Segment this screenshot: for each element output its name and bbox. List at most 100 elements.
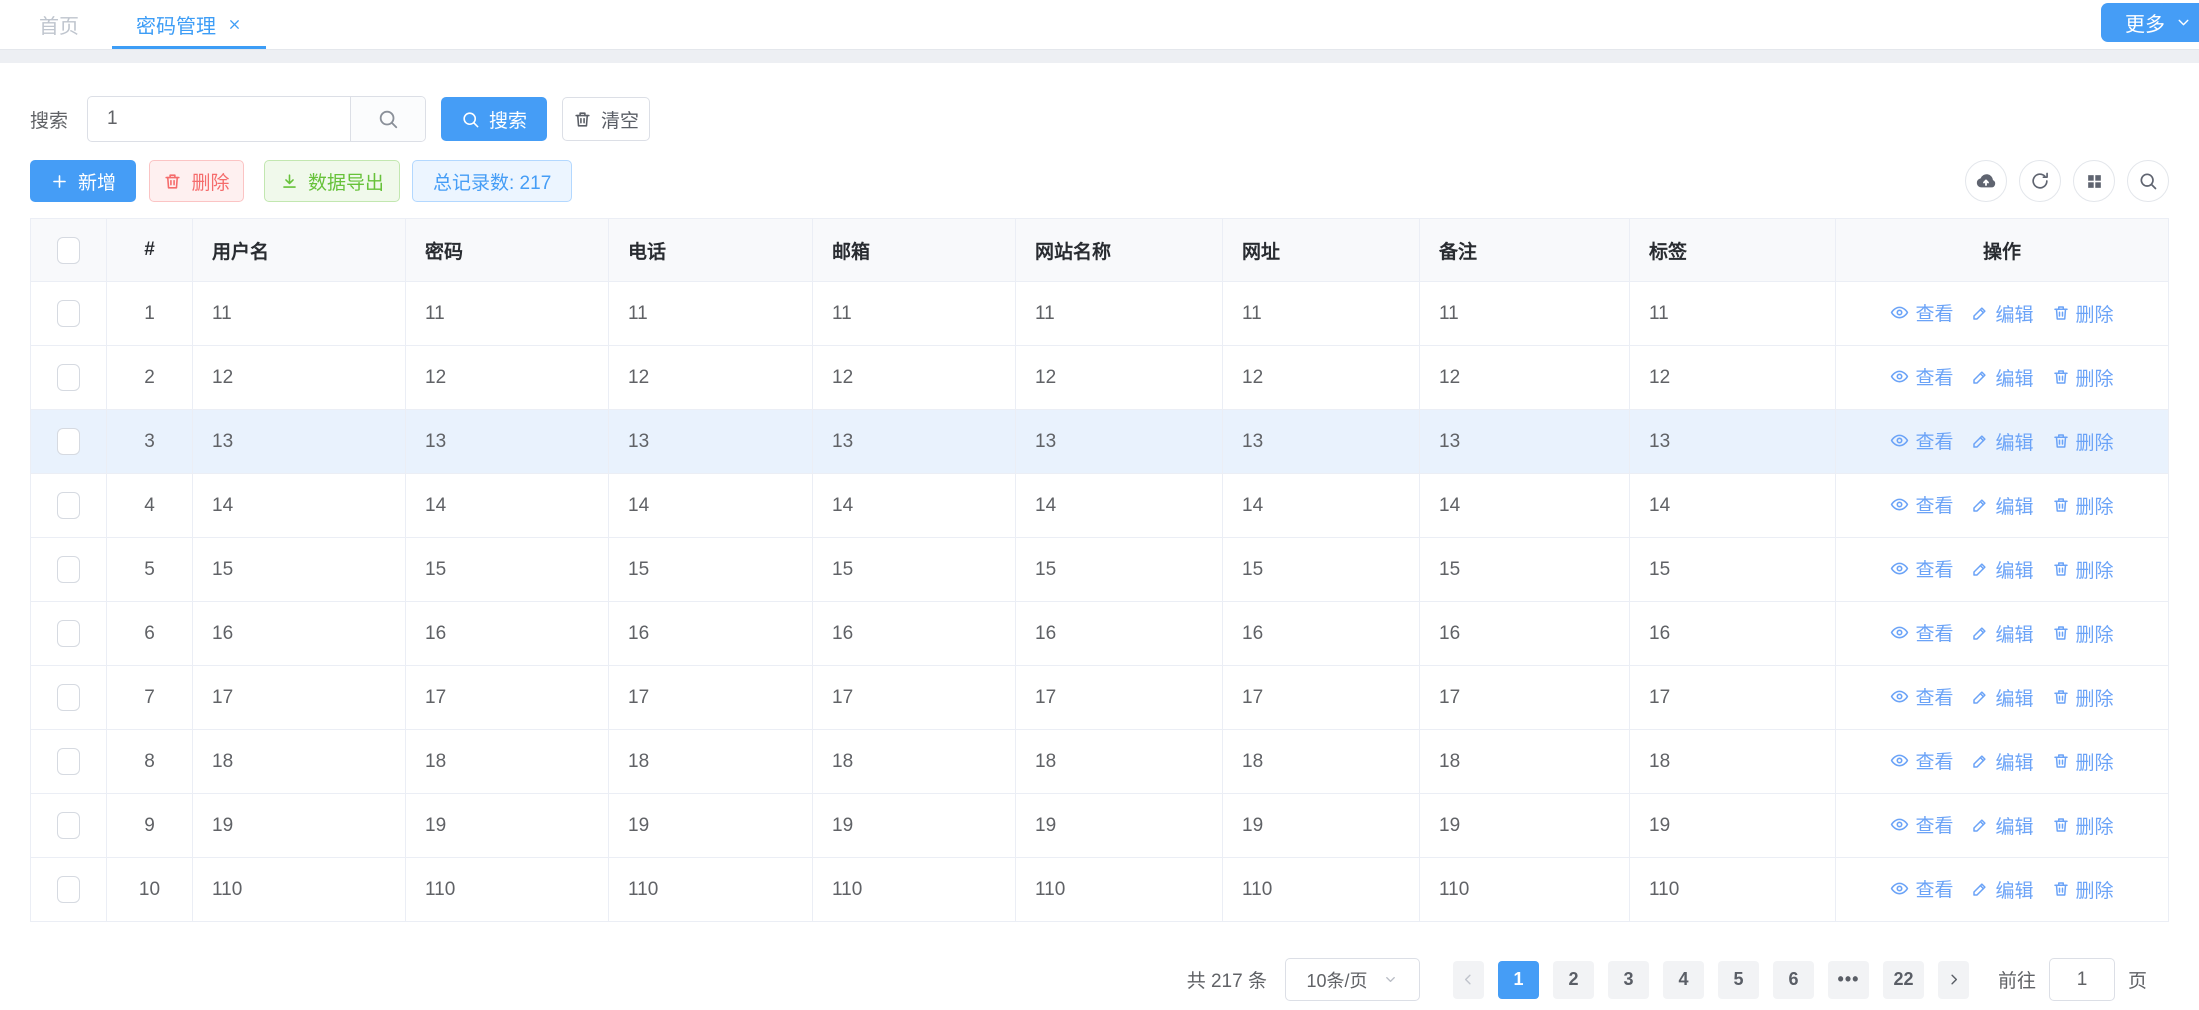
search-input[interactable] [88, 97, 350, 141]
tab-close-icon[interactable] [227, 17, 242, 32]
trash-icon [163, 172, 182, 191]
delete-link[interactable]: 删除 [2052, 684, 2114, 711]
eye-icon [1890, 559, 1909, 578]
row-checkbox[interactable] [57, 684, 80, 711]
table-row: 10110110110110110110110110查看编辑删除 [31, 858, 2169, 922]
edit-link[interactable]: 编辑 [1971, 364, 2033, 391]
delete-link[interactable]: 删除 [2052, 428, 2114, 455]
table-search-button[interactable] [2127, 160, 2169, 202]
columns-button[interactable] [2073, 160, 2115, 202]
delete-link[interactable]: 删除 [2052, 556, 2114, 583]
row-cell: 110 [813, 858, 1016, 922]
row-checkbox[interactable] [57, 428, 80, 455]
edit-link[interactable]: 编辑 [1971, 428, 2033, 455]
row-checkbox[interactable] [57, 876, 80, 903]
delete-link[interactable]: 删除 [2052, 876, 2114, 903]
row-checkbox[interactable] [57, 300, 80, 327]
row-checkbox[interactable] [57, 556, 80, 583]
row-checkbox[interactable] [57, 492, 80, 519]
row-cell: 17 [609, 666, 813, 730]
view-link[interactable]: 查看 [1890, 491, 1953, 518]
clear-button[interactable]: 清空 [562, 97, 650, 141]
view-link[interactable]: 查看 [1890, 683, 1953, 710]
page-button-3[interactable]: 3 [1608, 961, 1649, 999]
chevron-right-icon [1945, 971, 1962, 988]
edit-link[interactable]: 编辑 [1971, 876, 2033, 903]
row-cell: 15 [1016, 538, 1223, 602]
row-cell: 18 [1630, 730, 1836, 794]
eye-icon [1890, 623, 1909, 642]
page-button-4[interactable]: 4 [1663, 961, 1704, 999]
row-cell: 13 [1630, 410, 1836, 474]
edit-link[interactable]: 编辑 [1971, 300, 2033, 327]
page-button-1[interactable]: 1 [1498, 961, 1539, 999]
edit-link[interactable]: 编辑 [1971, 556, 2033, 583]
search-input-addon[interactable] [350, 97, 425, 141]
content-area: 搜索 搜索 清空 新增 删除 数据导出 总记录数: 217 [0, 96, 2199, 1001]
prev-page-button[interactable] [1453, 961, 1484, 999]
refresh-button[interactable] [2019, 160, 2061, 202]
view-link[interactable]: 查看 [1890, 299, 1953, 326]
view-link[interactable]: 查看 [1890, 363, 1953, 390]
row-cell: 17 [1420, 666, 1630, 730]
trash-icon [2052, 688, 2070, 706]
refresh-icon [2030, 171, 2050, 191]
row-cell: 12 [1630, 346, 1836, 410]
page-button-5[interactable]: 5 [1718, 961, 1759, 999]
column-header-site-name: 网站名称 [1016, 219, 1223, 282]
table-row: 61616161616161616查看编辑删除 [31, 602, 2169, 666]
search-button[interactable]: 搜索 [441, 97, 547, 141]
row-cell: 16 [193, 602, 406, 666]
view-link[interactable]: 查看 [1890, 555, 1953, 582]
view-link[interactable]: 查看 [1890, 747, 1953, 774]
page-button-2[interactable]: 2 [1553, 961, 1594, 999]
delete-button[interactable]: 删除 [149, 160, 244, 202]
edit-link[interactable]: 编辑 [1971, 620, 2033, 647]
tab-home[interactable]: 首页 [20, 0, 98, 49]
edit-link[interactable]: 编辑 [1971, 812, 2033, 839]
more-button[interactable]: 更多 [2101, 3, 2199, 42]
delete-link[interactable]: 删除 [2052, 364, 2114, 391]
delete-link[interactable]: 删除 [2052, 748, 2114, 775]
page-button-6[interactable]: 6 [1773, 961, 1814, 999]
view-link[interactable]: 查看 [1890, 619, 1953, 646]
eye-icon [1890, 495, 1909, 514]
view-link[interactable]: 查看 [1890, 875, 1953, 902]
delete-link[interactable]: 删除 [2052, 812, 2114, 839]
tab-password-management[interactable]: 密码管理 [112, 0, 266, 49]
row-cell: 15 [1420, 538, 1630, 602]
page-button-22[interactable]: 22 [1883, 961, 1924, 999]
row-checkbox[interactable] [57, 812, 80, 839]
select-all-checkbox[interactable] [57, 237, 80, 264]
delete-link[interactable]: 删除 [2052, 492, 2114, 519]
row-cell: 11 [1223, 282, 1420, 346]
search-input-group [87, 96, 426, 142]
row-cell: 110 [406, 858, 609, 922]
row-checkbox[interactable] [57, 748, 80, 775]
row-cell: 12 [1223, 346, 1420, 410]
row-checkbox[interactable] [57, 620, 80, 647]
row-checkbox[interactable] [57, 364, 80, 391]
eye-icon [1890, 367, 1909, 386]
edit-link[interactable]: 编辑 [1971, 748, 2033, 775]
edit-link[interactable]: 编辑 [1971, 684, 2033, 711]
upload-button[interactable] [1965, 160, 2007, 202]
trash-icon [2052, 432, 2070, 450]
delete-link[interactable]: 删除 [2052, 300, 2114, 327]
next-page-button[interactable] [1938, 961, 1969, 999]
view-link[interactable]: 查看 [1890, 811, 1953, 838]
add-button[interactable]: 新增 [30, 160, 136, 202]
pager-ellipsis[interactable]: ••• [1828, 961, 1869, 999]
goto-page-input[interactable] [2049, 958, 2115, 1001]
edit-link[interactable]: 编辑 [1971, 492, 2033, 519]
delete-link[interactable]: 删除 [2052, 620, 2114, 647]
row-cell: 15 [193, 538, 406, 602]
trash-icon [2052, 880, 2070, 898]
row-cell: 16 [813, 602, 1016, 666]
export-button[interactable]: 数据导出 [264, 160, 400, 202]
row-cell: 12 [609, 346, 813, 410]
view-link[interactable]: 查看 [1890, 427, 1953, 454]
page-size-select[interactable]: 10条/页 [1285, 958, 1420, 1001]
pagination-bar: 共 217 条 10条/页 123456•••22 前往 页 [30, 958, 2169, 1001]
pencil-icon [1971, 304, 1989, 322]
